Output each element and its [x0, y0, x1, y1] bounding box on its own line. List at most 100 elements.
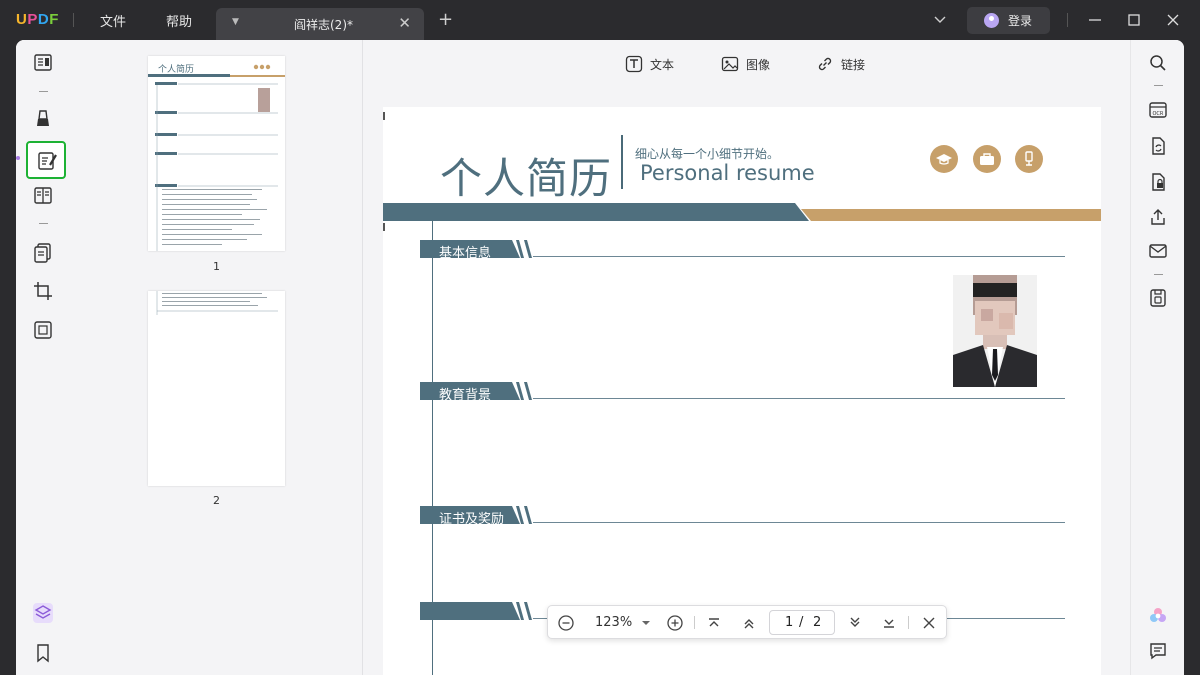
organize-pages-icon[interactable] [32, 242, 54, 264]
crop-icon[interactable] [32, 280, 54, 302]
indicator-dot [16, 156, 20, 160]
tab-menu-icon[interactable]: ▼ [232, 17, 239, 27]
email-icon[interactable] [1148, 241, 1168, 261]
section-certificates[interactable]: 证书及奖励 [420, 506, 1065, 527]
zoom-in-icon[interactable] [666, 614, 684, 632]
title-bar: UPDF 文件 帮助 ▼ 阎祥志(2)* ✕ + 登录 [0, 0, 1200, 40]
close-toolbar-icon[interactable] [920, 614, 938, 632]
convert-icon[interactable] [32, 319, 54, 341]
tag-stripe [524, 602, 532, 620]
next-page-icon[interactable] [846, 614, 864, 632]
profile-photo[interactable] [953, 275, 1037, 387]
pdf-page[interactable]: 个人简历 细心从每一个小细节开始。 Personal resume 基本信息 教… [383, 107, 1101, 675]
convert-pdf-icon[interactable] [1148, 136, 1168, 156]
right-toolbar: OCR [1130, 40, 1184, 675]
highlighter-comment-icon[interactable] [32, 108, 54, 130]
thumb-title: 个人简历 [158, 63, 194, 75]
login-label: 登录 [1008, 14, 1033, 28]
app-body: 个人简历 1 2 文本 图像 链接 个人简历 细心从每一个小细节开始。 Pers… [16, 40, 1184, 675]
tag-stripe [524, 506, 532, 524]
divider [1067, 13, 1068, 27]
ocr-icon[interactable]: OCR [1148, 100, 1168, 120]
divider [908, 616, 909, 629]
ai-assistant-icon[interactable] [1148, 606, 1168, 626]
close-tab-icon[interactable]: ✕ [398, 14, 411, 32]
divider [39, 223, 48, 224]
section-rule [533, 522, 1065, 523]
updf-logo: UPDF [16, 11, 59, 28]
section-education[interactable]: 教育背景 [420, 382, 1065, 403]
menu-file[interactable]: 文件 [100, 11, 126, 30]
menu-help[interactable]: 帮助 [166, 11, 192, 30]
logo-letter: U [16, 11, 28, 28]
previous-page-icon[interactable] [740, 614, 758, 632]
divider [39, 91, 48, 92]
thumbnail-panel: 个人简历 1 2 [70, 40, 363, 675]
logo-letter: D [37, 11, 50, 28]
add-link-label: 链接 [841, 58, 866, 72]
link-icon [818, 57, 832, 71]
logo-letter: F [49, 11, 59, 28]
image-icon [721, 56, 739, 72]
page-thumbnail-1[interactable]: 个人简历 [148, 56, 285, 251]
minimize-icon[interactable] [1087, 12, 1103, 28]
chevron-down-icon[interactable] [933, 13, 947, 27]
page-thumbnail-2[interactable] [148, 291, 285, 486]
current-page: 1 [785, 615, 794, 630]
text-box-icon [625, 55, 643, 73]
page-2-preview [156, 291, 278, 315]
page-1-preview: 个人简历 [148, 63, 285, 251]
section-rule [533, 256, 1065, 257]
edit-pdf-icon[interactable] [26, 141, 66, 179]
comment-list-icon[interactable] [1148, 641, 1168, 661]
save-icon[interactable] [1148, 288, 1168, 308]
first-page-icon[interactable] [705, 614, 723, 632]
login-button[interactable]: 登录 [967, 7, 1050, 34]
left-toolbar [16, 40, 70, 675]
divider [1154, 85, 1163, 86]
add-text-label: 文本 [650, 58, 675, 72]
section-rule [533, 398, 1065, 399]
share-icon[interactable] [1148, 207, 1168, 227]
search-icon[interactable] [1148, 53, 1168, 73]
tag-stripe [524, 382, 532, 400]
graduation-cap-icon [930, 145, 958, 173]
reader-mode-icon[interactable] [32, 52, 54, 74]
divider [694, 616, 695, 629]
header-band-gold [801, 209, 1101, 221]
add-image-label: 图像 [746, 58, 771, 72]
tag-stripe [524, 240, 532, 258]
page-number-1: 1 [213, 260, 220, 273]
last-page-icon[interactable] [880, 614, 898, 632]
title-divider [621, 135, 623, 189]
close-window-icon[interactable] [1165, 12, 1181, 28]
layers-icon[interactable] [32, 602, 54, 624]
section-basic-info[interactable]: 基本信息 [420, 240, 1065, 261]
resume-title-en[interactable]: Personal resume [640, 161, 815, 185]
document-viewer: 文本 图像 链接 个人简历 细心从每一个小细节开始。 Personal resu… [364, 40, 1130, 675]
page-input[interactable]: 1 / 2 [769, 610, 835, 635]
zoom-level[interactable]: 123% [595, 615, 632, 630]
divider [73, 13, 74, 27]
maximize-icon[interactable] [1126, 12, 1142, 28]
section-tag [420, 602, 520, 620]
total-pages: 2 [813, 615, 822, 630]
document-tab[interactable]: ▼ 阎祥志(2)* ✕ [216, 8, 424, 40]
page-margin-mark [383, 112, 385, 120]
header-band-blue [383, 203, 809, 221]
protect-pdf-icon[interactable] [1148, 172, 1168, 192]
page-layout-icon[interactable] [32, 185, 54, 207]
new-tab-button[interactable]: + [438, 11, 453, 29]
briefcase-icon [973, 145, 1001, 173]
page-separator: / [799, 615, 804, 630]
page-margin-mark [383, 223, 385, 231]
resume-slogan[interactable]: 细心从每一个小细节开始。 [635, 145, 779, 162]
divider [1154, 274, 1163, 275]
bookmark-icon[interactable] [32, 642, 54, 664]
zoom-out-icon[interactable] [557, 614, 575, 632]
page-number-2: 2 [213, 494, 220, 507]
resume-title-cn[interactable]: 个人简历 [440, 145, 612, 206]
zoom-dropdown-icon[interactable] [641, 614, 651, 632]
tab-title: 阎祥志(2)* [294, 18, 353, 32]
logo-letter: P [27, 11, 38, 28]
